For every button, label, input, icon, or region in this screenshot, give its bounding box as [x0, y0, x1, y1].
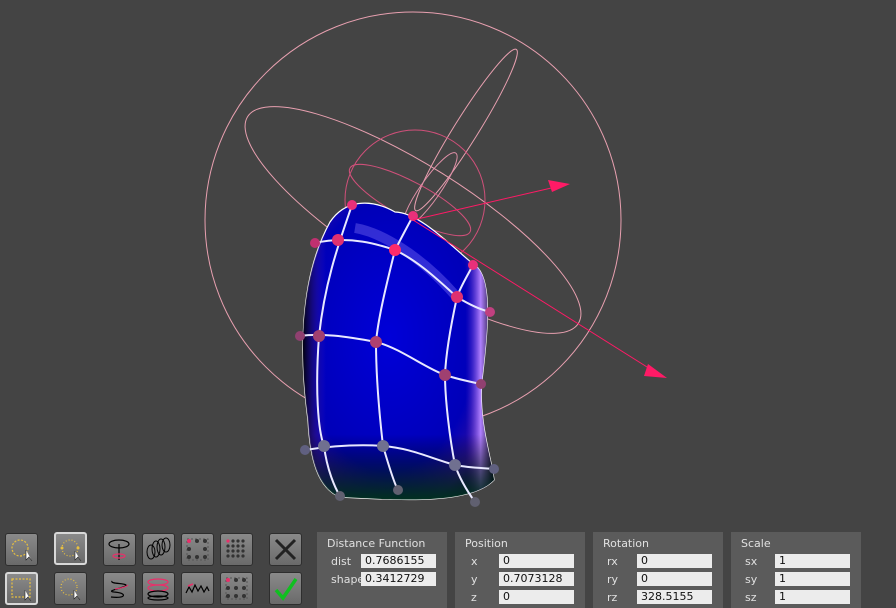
grid-corner-icon: [225, 577, 248, 600]
field-label: dist: [331, 555, 352, 568]
dist-field[interactable]: 0.7686155: [361, 554, 436, 568]
grid-corner-button[interactable]: [220, 572, 253, 605]
grid-points-button[interactable]: [181, 533, 214, 566]
rect-select-icon: [11, 578, 32, 602]
rect-select-button[interactable]: [5, 572, 38, 605]
rect-select-dotted-icon: [60, 578, 81, 601]
deformed-surface[interactable]: [295, 200, 499, 507]
spiral-path-button[interactable]: [103, 572, 136, 605]
rect-select-dotted-button[interactable]: [54, 572, 87, 605]
axis-x-line[interactable]: [412, 185, 561, 221]
axis-x-arrowhead[interactable]: [548, 180, 570, 192]
spiral-path-icon: [110, 580, 129, 598]
panel-title: Distance Function: [327, 537, 426, 550]
position-z-field[interactable]: 0: [499, 590, 574, 604]
cancel-x-icon: [274, 538, 297, 561]
twist-deform-button[interactable]: [142, 533, 175, 566]
scale-panel: Scale sx 1 sy 1 sz 1: [731, 532, 861, 608]
position-y-field[interactable]: 0.7073128: [499, 572, 574, 586]
field-label: shape: [331, 573, 361, 586]
dense-grid-button[interactable]: [220, 533, 253, 566]
scene-canvas[interactable]: [0, 0, 896, 528]
position-x-field[interactable]: 0: [499, 554, 574, 568]
lasso-select-button[interactable]: [5, 533, 38, 566]
accept-button[interactable]: [269, 572, 302, 605]
noise-deform-icon: [185, 583, 210, 594]
lasso-select-icon: [11, 539, 33, 562]
ring-stack-button[interactable]: [142, 572, 175, 605]
scale-z-field[interactable]: 1: [775, 590, 850, 604]
panel-title: Rotation: [603, 537, 650, 550]
extrude-profile-icon: [108, 539, 130, 560]
dense-grid-icon: [226, 539, 245, 558]
scale-y-field[interactable]: 1: [775, 572, 850, 586]
3d-viewport[interactable]: [0, 0, 896, 528]
scale-x-field[interactable]: 1: [775, 554, 850, 568]
rotation-z-field[interactable]: 328.5155: [637, 590, 712, 604]
axis-y-arrowhead[interactable]: [644, 364, 667, 378]
twist-deform-icon: [146, 537, 171, 560]
accept-check-icon: [274, 578, 298, 601]
panel-title: Scale: [741, 537, 771, 550]
lasso-select-dotted-button[interactable]: [54, 532, 87, 565]
ring-stack-icon: [147, 578, 169, 601]
noise-deform-button[interactable]: [181, 572, 214, 605]
distance-function-panel: Distance Function dist 0.7686155 shape 0…: [317, 532, 447, 608]
gizmo-vertical-ring[interactable]: [405, 43, 526, 217]
panel-title: Position: [465, 537, 508, 550]
lasso-select-dotted-icon: [60, 539, 82, 562]
grid-points-icon: [186, 538, 209, 561]
rotation-panel: Rotation rx 0 ry 0 rz 328.5155: [593, 532, 723, 608]
rotation-y-field[interactable]: 0: [637, 572, 712, 586]
position-panel: Position x 0 y 0.7073128 z 0: [455, 532, 585, 608]
rotation-x-field[interactable]: 0: [637, 554, 712, 568]
shape-field[interactable]: 0.3412729: [361, 572, 436, 586]
cancel-button[interactable]: [269, 533, 302, 566]
extrude-profile-button[interactable]: [103, 533, 136, 566]
